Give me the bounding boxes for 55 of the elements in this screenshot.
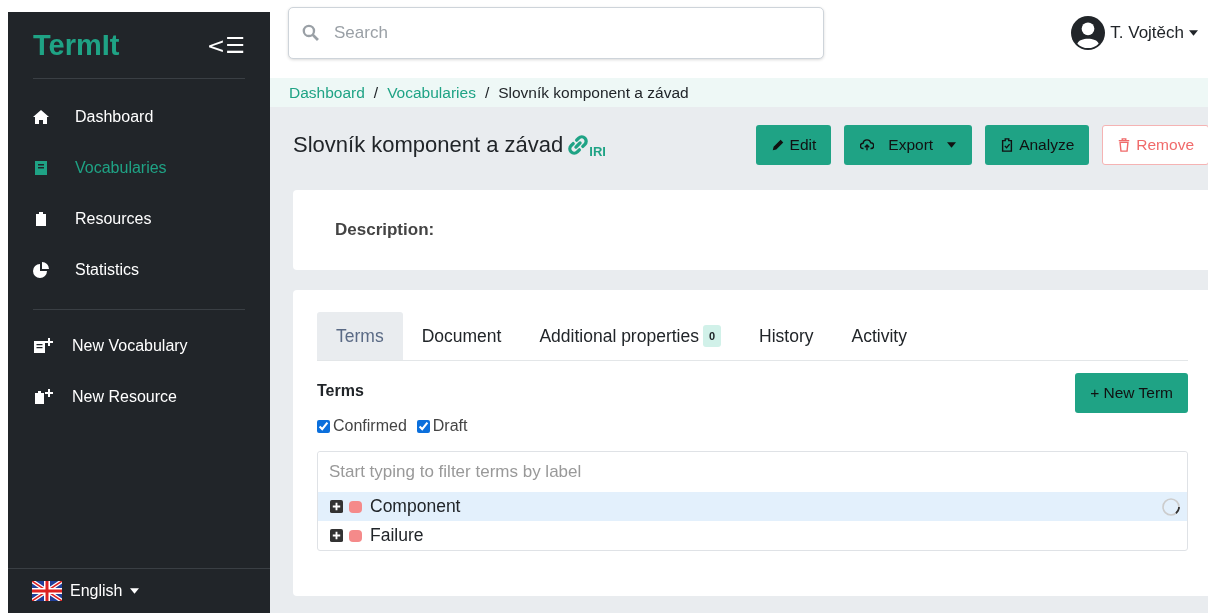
checkbox[interactable] bbox=[317, 419, 330, 433]
export-button[interactable]: Export bbox=[844, 125, 973, 165]
tab[interactable]: Additional properties 0 bbox=[520, 312, 741, 360]
term-label: Component bbox=[370, 496, 462, 517]
section-heading: Terms bbox=[317, 382, 364, 400]
analyze-button[interactable]: Analyze bbox=[985, 125, 1090, 165]
caret-icon bbox=[1189, 30, 1198, 36]
trash-icon bbox=[1117, 138, 1132, 152]
search-field[interactable]: Search bbox=[288, 7, 824, 59]
user-menu[interactable]: T. Vojtěch bbox=[1071, 16, 1198, 50]
language-dropdown[interactable]: English bbox=[32, 581, 140, 601]
tree-row[interactable]: Component bbox=[318, 492, 1187, 521]
sidebar-item[interactable]: Dashboard bbox=[33, 91, 245, 142]
expand-plus-icon bbox=[330, 500, 343, 513]
page-title: Slovník komponent a závad bbox=[293, 132, 564, 158]
sidebar-item[interactable]: Resources bbox=[33, 193, 245, 244]
cloud-upload-icon bbox=[860, 138, 875, 152]
breadcrumb-separator: / bbox=[373, 83, 379, 102]
expand-plus-icon bbox=[330, 529, 343, 542]
new-term-button[interactable]: + New Term bbox=[1075, 373, 1188, 413]
sidebar-toggle-button[interactable]: <☰ bbox=[206, 32, 245, 58]
clipboard-icon bbox=[33, 210, 49, 227]
tab[interactable]: Activity bbox=[832, 312, 926, 360]
caret-icon bbox=[130, 588, 140, 594]
book-plus-icon bbox=[33, 337, 55, 354]
clipboard-plus-icon bbox=[33, 388, 55, 405]
tree-row[interactable]: Failure bbox=[318, 521, 1187, 550]
sidebar-item[interactable]: New Resource bbox=[33, 371, 245, 422]
breadcrumb-separator: / bbox=[484, 83, 490, 102]
sidebar-item[interactable]: Statistics bbox=[33, 244, 245, 295]
tab[interactable]: Terms bbox=[317, 312, 403, 360]
tab[interactable]: Document bbox=[402, 312, 521, 360]
pie-chart-icon bbox=[33, 261, 49, 278]
sidebar-item[interactable]: New Vocabulary bbox=[33, 320, 245, 371]
sidebar-item[interactable]: Vocabularies bbox=[33, 142, 245, 193]
caret-icon bbox=[947, 142, 957, 148]
description-label: Description: bbox=[335, 220, 435, 240]
clipboard-check-icon bbox=[1000, 138, 1015, 152]
checkbox-label: Draft bbox=[432, 417, 468, 435]
checkbox-label: Confirmed bbox=[333, 417, 407, 435]
app-logo: TermIt bbox=[33, 28, 120, 62]
count-badge: 0 bbox=[702, 325, 722, 347]
term-tree-select[interactable]: Start typing to filter terms by label Component Failure bbox=[317, 451, 1188, 551]
edit-button[interactable]: Edit bbox=[755, 125, 832, 165]
tab[interactable]: History bbox=[740, 312, 833, 360]
link-icon bbox=[567, 134, 590, 156]
user-avatar-icon bbox=[1071, 16, 1106, 50]
book-icon bbox=[33, 159, 49, 176]
house-icon bbox=[33, 108, 49, 125]
breadcrumb-current: Slovník komponent a závad bbox=[498, 83, 689, 102]
search-icon bbox=[302, 24, 319, 41]
term-label: Failure bbox=[370, 525, 425, 546]
pencil-icon bbox=[770, 138, 785, 152]
checkbox[interactable] bbox=[416, 419, 430, 433]
flag-icon bbox=[32, 581, 62, 601]
